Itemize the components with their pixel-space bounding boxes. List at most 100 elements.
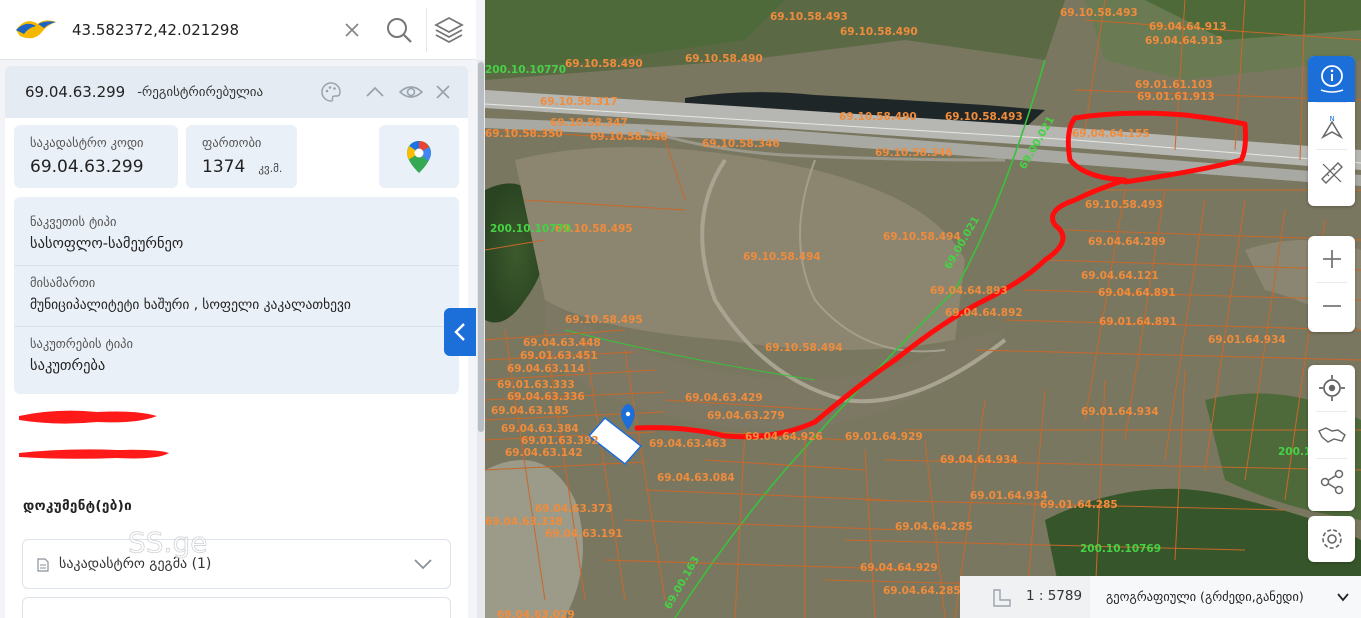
north-button[interactable]: N — [1308, 103, 1355, 149]
parcel-label: 69.10.58.490 — [840, 26, 918, 38]
scrollbar-thumb[interactable] — [478, 62, 484, 432]
parcel-label: 69.04.64.891 — [1098, 287, 1176, 299]
parcel-label: 69.10.58.494 — [743, 251, 821, 263]
location-tools-group — [1308, 365, 1355, 511]
card-header: 69.04.63.299 -რეგისტრირებულია — [5, 66, 468, 118]
share-button[interactable] — [1308, 459, 1355, 505]
palette-icon[interactable] — [319, 80, 343, 104]
parcel-label: 69.10.58.490 — [839, 111, 917, 123]
search-icon[interactable] — [383, 14, 415, 46]
chevron-up-icon[interactable] — [363, 80, 387, 104]
parcel-label: 69.10.58.493 — [1085, 199, 1163, 211]
cadastral-code-box: საკადასტრო კოდი 69.04.63.299 — [14, 125, 178, 188]
parcel-label: 69.04.64.913 — [1149, 21, 1227, 33]
ruler-icon — [993, 589, 1011, 607]
napr-logo-icon — [16, 20, 56, 39]
area-value: 1374 — [202, 157, 246, 177]
parcel-label: 69.10.58.490 — [565, 58, 643, 70]
google-maps-button[interactable] — [379, 125, 459, 188]
parcel-status: -რეგისტრირებულია — [137, 84, 264, 100]
parcel-label: 69.10.58.493 — [770, 11, 848, 23]
zoom-group — [1308, 236, 1355, 332]
settings-button[interactable] — [1308, 516, 1355, 562]
parcel-label: 200.10.10770 — [485, 64, 566, 76]
parcel-label: 69.04.63.279 — [707, 410, 785, 422]
collapse-panel-button[interactable] — [444, 308, 476, 356]
parcel-label: 69.04.64.893 — [930, 285, 1008, 297]
measure-button[interactable] — [1308, 150, 1355, 196]
area-label: ფართობი — [202, 135, 262, 150]
parcel-label: 69.04.63.142 — [505, 447, 583, 459]
parcel-label: 69.10.58.350 — [485, 128, 563, 140]
zoom-in-button[interactable] — [1308, 236, 1355, 282]
zoom-out-icon — [1322, 305, 1341, 307]
details-box: ნაკვეთის ტიპი სასოფლო-სამეურნეო მისამართ… — [14, 197, 459, 394]
locate-icon — [1318, 375, 1345, 401]
parcel-label: 69.04.64.289 — [1088, 236, 1166, 248]
parcel-label: 69.01.64.934 — [970, 490, 1048, 502]
parcel-label: 69.01.63.392 — [521, 435, 599, 447]
north-arrow-icon: N — [1320, 115, 1343, 139]
map-tools-group: N — [1308, 56, 1355, 206]
parcel-label: 69.10.58.494 — [883, 231, 961, 243]
parcel-label: 69.10.58.490 — [685, 53, 763, 65]
search-bar — [0, 0, 476, 60]
crs-label[interactable]: გეოგრაფიული (გრძედი,განედი) — [1106, 589, 1304, 604]
parcel-label: 69.01.63.451 — [520, 350, 598, 362]
document-item[interactable] — [22, 597, 451, 618]
map-scale: 1 : 5789 — [1026, 588, 1083, 604]
layers-icon[interactable] — [426, 8, 470, 52]
measure-icon — [1320, 162, 1343, 184]
parcel-label: 69.01.64.929 — [845, 431, 923, 443]
parcel-label: 69.04.63.029 — [497, 609, 575, 618]
locate-button[interactable] — [1308, 365, 1355, 411]
eye-icon[interactable] — [399, 80, 423, 104]
country-view-button[interactable] — [1308, 412, 1355, 458]
parcel-label: 69.04.63.373 — [535, 503, 613, 515]
parcel-label: 69.10.58.346 — [875, 147, 953, 159]
parcel-label: 69.04.63.384 — [501, 423, 579, 435]
parcel-label: 69.04.63.191 — [545, 528, 623, 540]
georgia-map-icon — [1317, 427, 1346, 443]
parcel-label: 69.01.64.934 — [1208, 334, 1286, 346]
close-icon[interactable] — [336, 14, 368, 46]
parcel-label: 69.04.64.285 — [895, 521, 973, 533]
chevron-down-icon[interactable] — [413, 557, 433, 571]
parcel-label: 69.04.63.336 — [507, 391, 585, 403]
svg-text:SS.ge: SS.ge — [128, 526, 207, 559]
parcel-label: 69.01.64.891 — [1099, 316, 1177, 328]
scrollbar[interactable] — [477, 60, 485, 618]
cadastral-code-value: 69.04.63.299 — [30, 157, 144, 177]
parcel-label: 69.04.64.913 — [1145, 35, 1223, 47]
map-view[interactable]: 69.10.58.493 69.10.58.493 69.10.58.490 69.1… — [485, 0, 1361, 618]
chevron-down-icon[interactable] — [1336, 590, 1350, 604]
parcel-label: 69.10.58.346 — [590, 131, 668, 143]
parcel-label: 69.01.64.934 — [1081, 406, 1159, 418]
area-box: ფართობი 1374 კვ.მ. — [186, 125, 297, 188]
info-button[interactable] — [1308, 56, 1355, 102]
ownership-value: საკუთრება — [30, 358, 106, 374]
parcel-label: 69.01.61.103 — [1135, 79, 1213, 91]
divider — [14, 265, 459, 266]
google-maps-icon — [407, 141, 431, 173]
info-icon — [1320, 65, 1343, 93]
close-icon[interactable] — [431, 80, 455, 104]
parcel-label: 69.04.63.338 — [485, 516, 563, 528]
documents-title: დოკუმენტ(ებ)ი — [23, 498, 132, 514]
parcel-label: 69.04.64.929 — [860, 562, 938, 574]
address-value: მუნიციპალიტეტი ხაშური , სოფელი კაკალათხე… — [30, 297, 351, 313]
satellite-map[interactable]: 69.10.58.493 69.10.58.493 69.10.58.490 69.1… — [485, 0, 1361, 618]
search-input[interactable] — [72, 18, 322, 42]
parcel-label: 69.04.63.429 — [685, 392, 763, 404]
parcel-label: 200.10.10770 — [490, 223, 571, 235]
parcel-label: 69.04.64.926 — [745, 431, 823, 443]
parcel-label: 69.04.64.121 — [1081, 270, 1159, 282]
parcel-label: 69.04.63.463 — [649, 438, 727, 450]
ss-ge-watermark: SS.ge — [54, 526, 208, 559]
parcel-id: 69.04.63.299 — [25, 83, 126, 101]
parcel-label: 69.04.63.185 — [491, 405, 569, 417]
zoom-out-button[interactable] — [1308, 283, 1355, 329]
left-panel: 69.04.63.299 -რეგისტრირებულია საკადასტრო… — [0, 0, 485, 618]
cadastral-code-label: საკადასტრო კოდი — [30, 135, 144, 150]
parcel-label: 69.01.61.913 — [1137, 91, 1215, 103]
